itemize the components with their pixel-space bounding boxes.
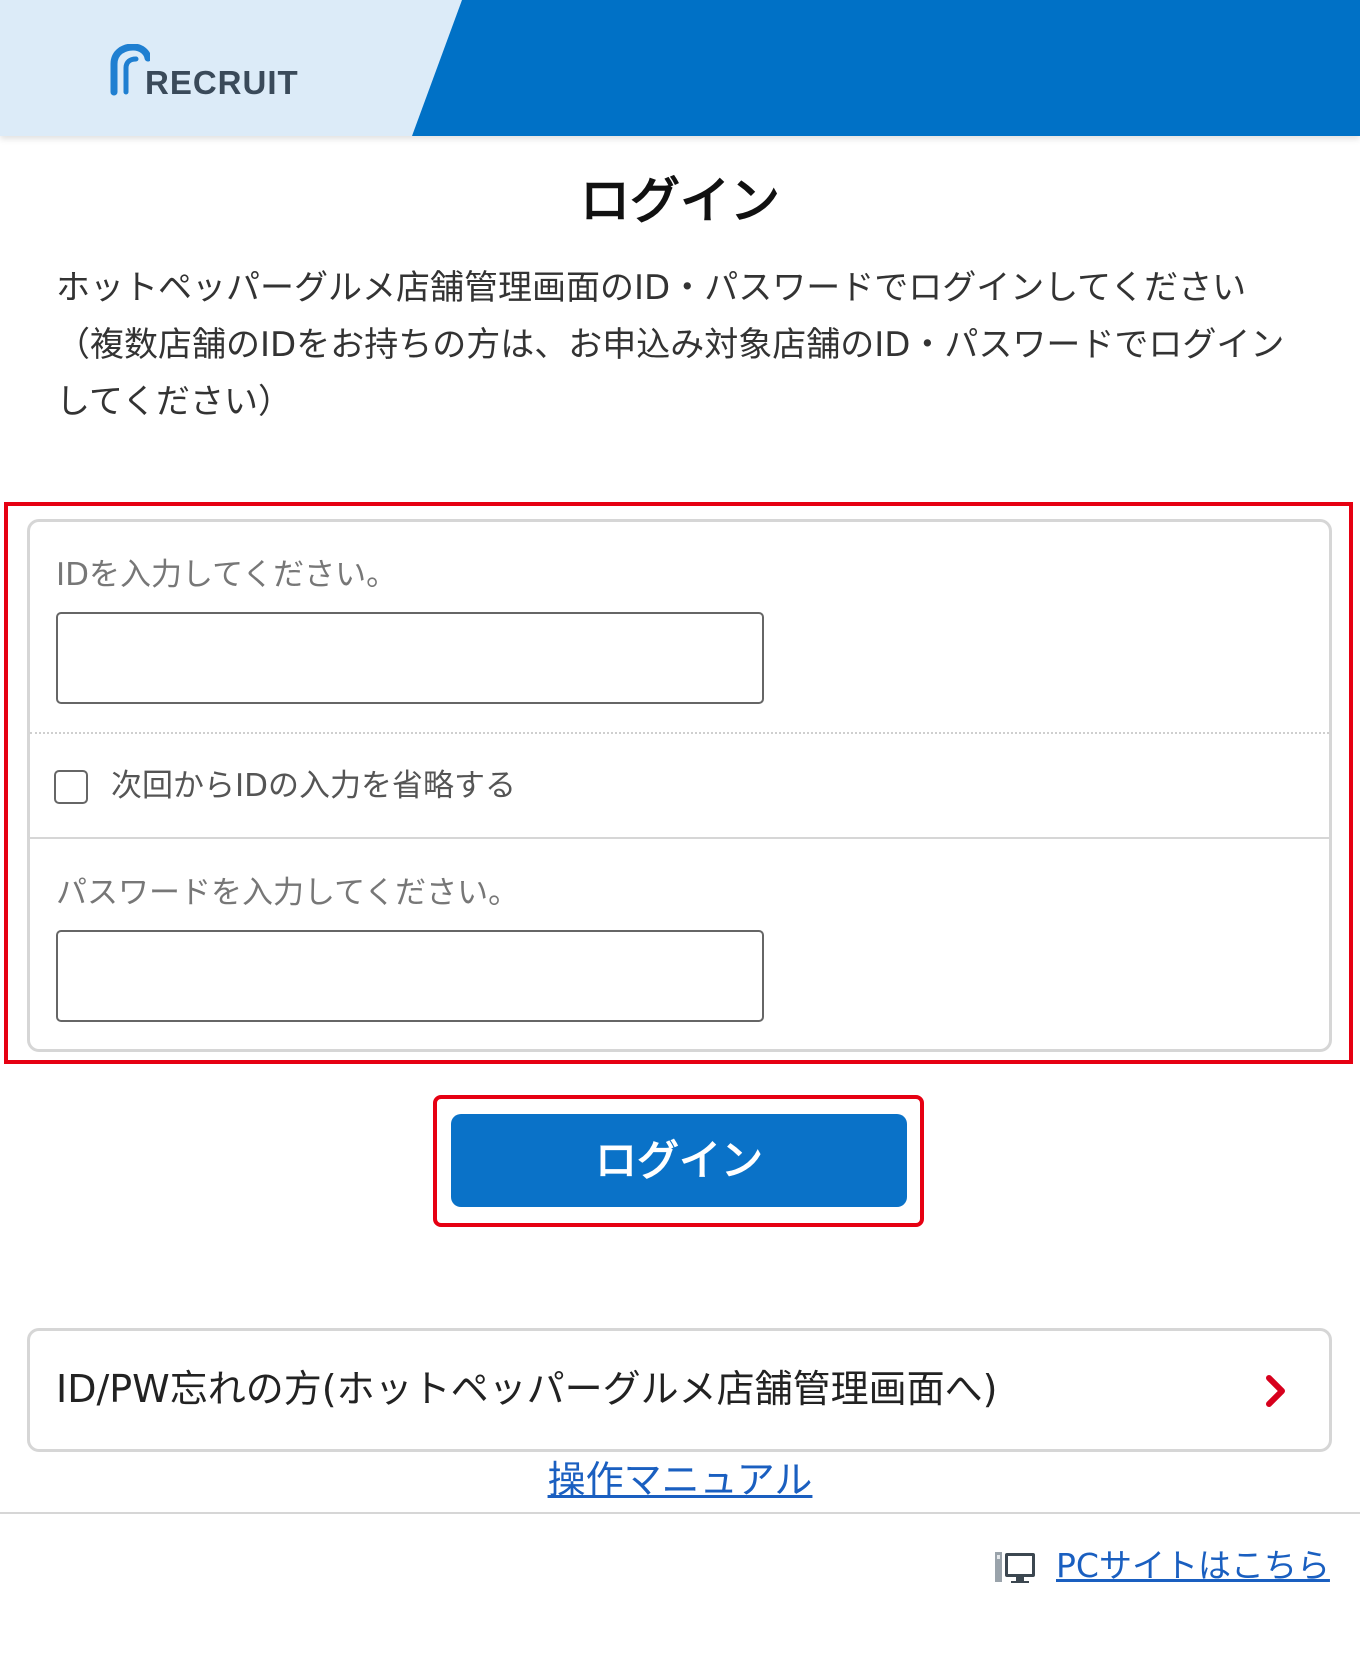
login-button[interactable]: ログイン xyxy=(451,1114,907,1207)
remember-id-label[interactable]: 次回からIDの入力を省略する xyxy=(111,766,516,806)
manual-link-row: 操作マニュアル xyxy=(0,1453,1360,1507)
pc-monitor-icon xyxy=(995,1552,1035,1583)
instruction-line-2: （複数店舗のIDをお持ちの方は、お申込み対象店舗のID・パスワードでログインして… xyxy=(56,325,1285,422)
page-title: ログイン xyxy=(580,172,780,230)
operation-manual-link[interactable]: 操作マニュアル xyxy=(548,1458,813,1502)
password-field-label: パスワードを入力してください。 xyxy=(56,875,520,911)
password-input[interactable] xyxy=(56,930,764,1022)
chevron-right-icon[interactable] xyxy=(1262,1373,1290,1409)
bottom-divider xyxy=(0,1512,1360,1514)
id-input[interactable] xyxy=(56,612,764,704)
dotted-divider xyxy=(30,732,1329,734)
pc-site-link[interactable]: PCサイトはこちら xyxy=(1056,1546,1330,1585)
logo-text: RECRUIT xyxy=(145,64,299,101)
remember-id-checkbox[interactable] xyxy=(54,770,88,804)
form-divider xyxy=(30,837,1329,839)
header-bar: RECRUIT xyxy=(0,0,1360,136)
login-instructions: ホットペッパーグルメ店舗管理画面のID・パスワードでログインしてください （複数… xyxy=(56,260,1316,431)
recruit-logo-mark-icon xyxy=(110,44,150,96)
forgot-credentials-label[interactable]: ID/PW忘れの方(ホットペッパーグルメ店舗管理画面へ) xyxy=(56,1364,997,1414)
pc-site-link-row: PCサイトはこちら xyxy=(1056,1543,1330,1589)
instruction-line-1: ホットペッパーグルメ店舗管理画面のID・パスワードでログインしてください xyxy=(56,268,1247,308)
id-field-label: IDを入力してください。 xyxy=(56,557,398,593)
